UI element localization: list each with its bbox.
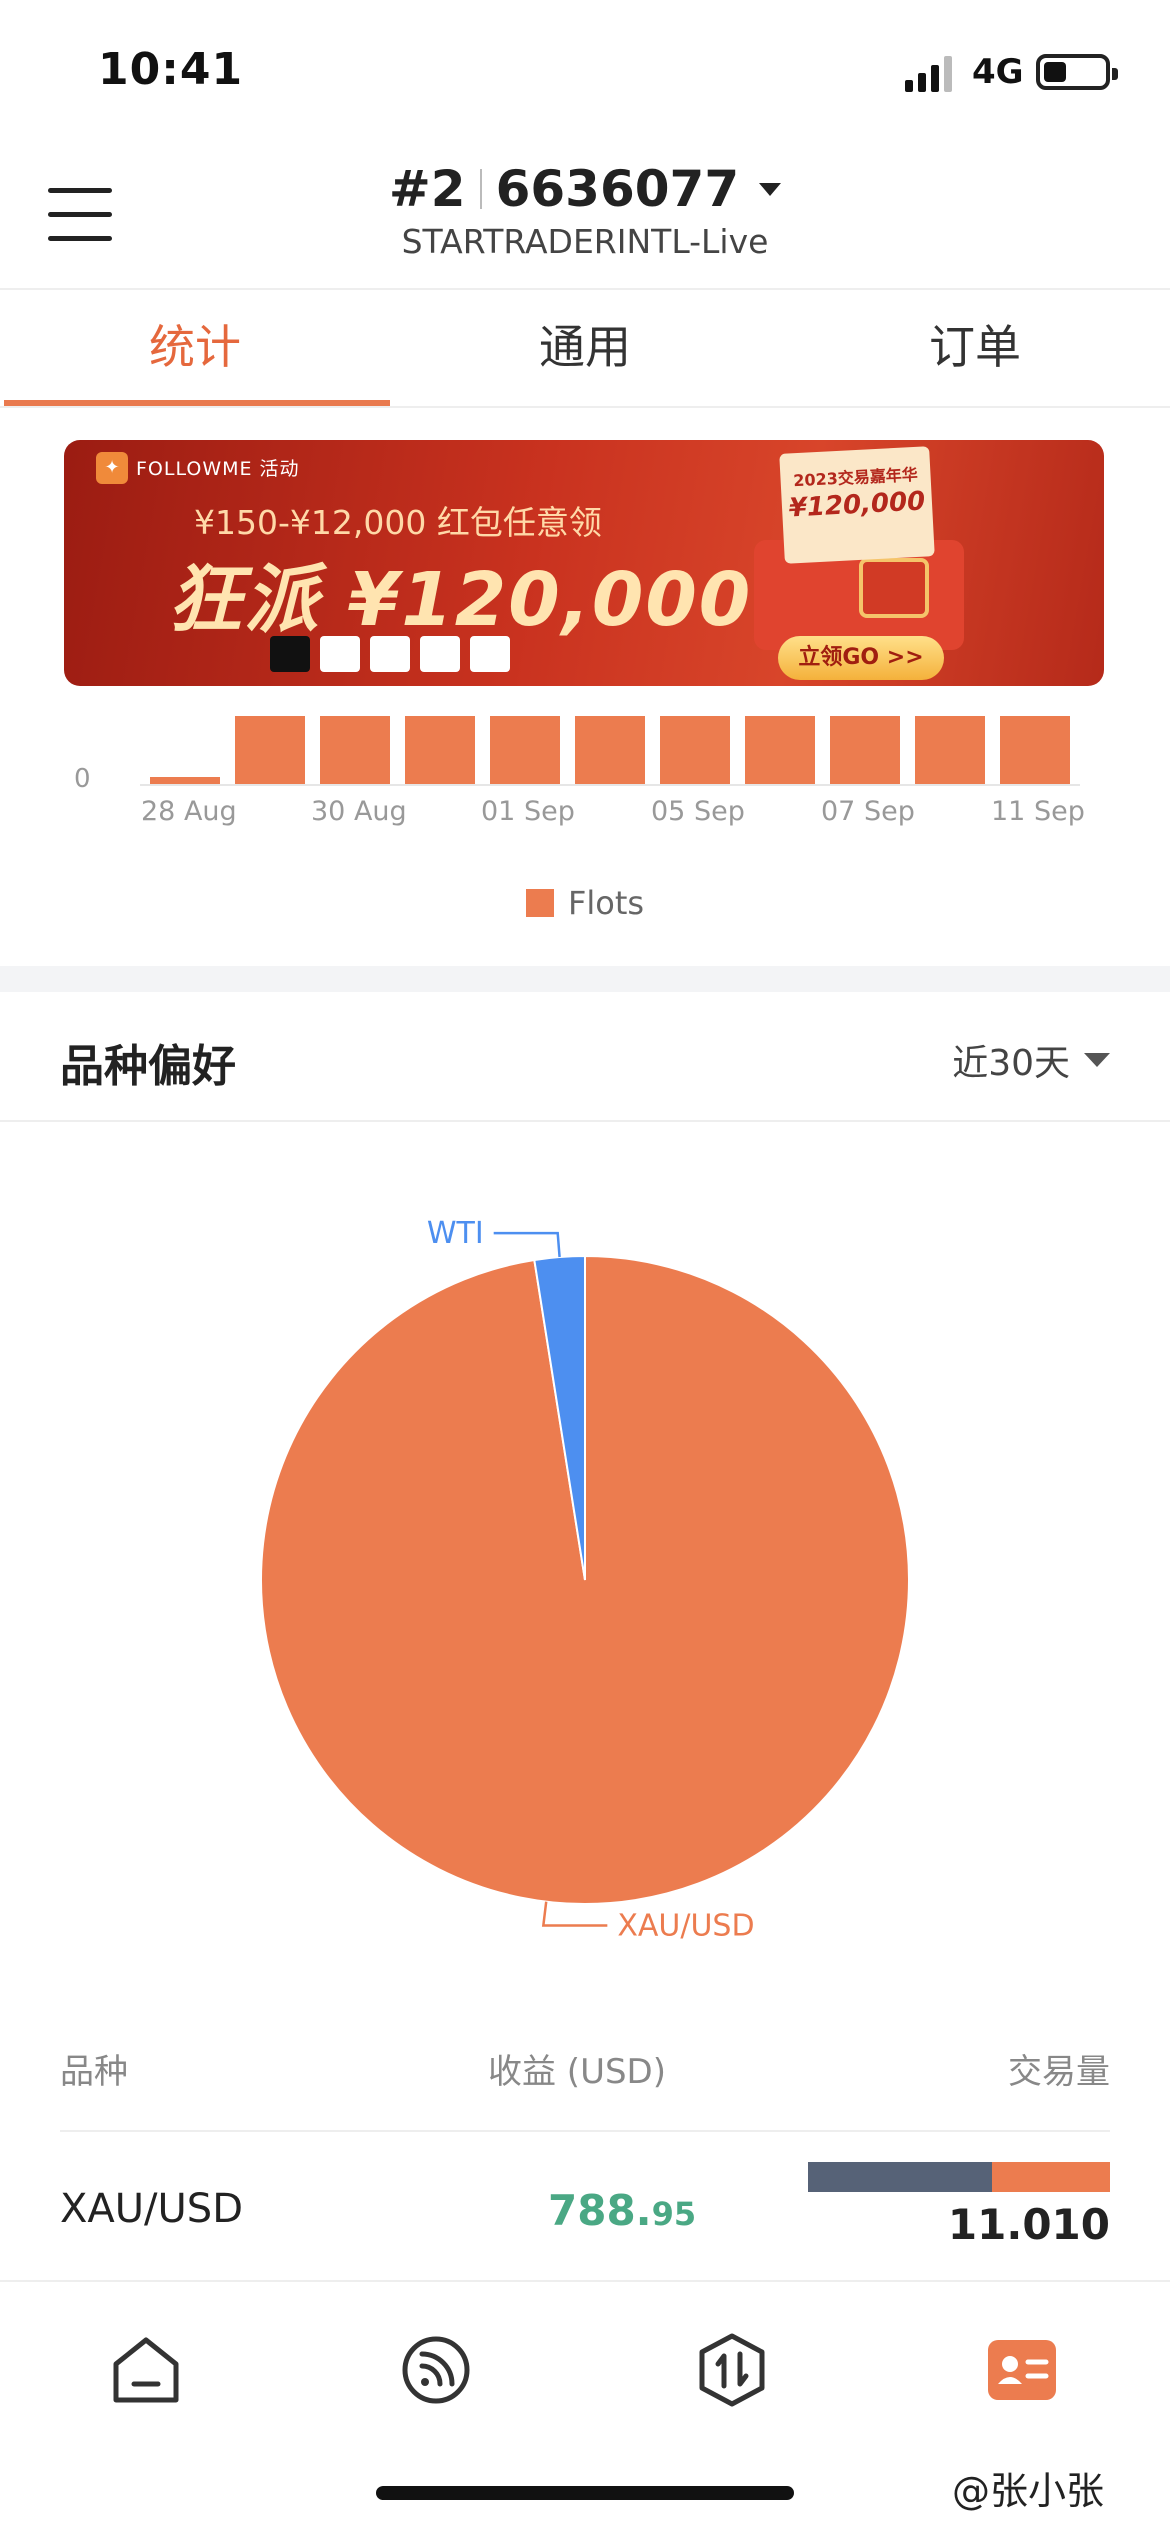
profit-decimal: 95 — [651, 2195, 697, 2233]
status-bar: 10:41 4G — [0, 0, 1170, 140]
bar-08-sep — [915, 716, 985, 784]
sponsor-logo — [470, 636, 510, 672]
account-number: 6636077 — [495, 160, 740, 218]
x-tick-label: 01 Sep — [481, 796, 575, 827]
trade-icon[interactable] — [694, 2332, 770, 2408]
bar-11-sep — [1000, 716, 1070, 784]
x-tick-label: 30 Aug — [311, 796, 407, 827]
bar-06-sep — [745, 716, 815, 784]
tab-orders[interactable]: 订单 — [780, 290, 1170, 406]
legend-label: Flots — [567, 884, 645, 922]
tab-statistics[interactable]: 统计 — [0, 290, 390, 406]
pie-chart: XAU/USD WTI — [260, 1216, 910, 1943]
chart-legend: Flots — [0, 884, 1170, 922]
sponsor-logo — [270, 636, 310, 672]
megaphone-icon: ✦ — [96, 452, 128, 484]
x-tick-label: 05 Sep — [651, 796, 745, 827]
x-tick-label: 11 Sep — [991, 796, 1085, 827]
bar-04-sep — [575, 716, 645, 784]
tab-general[interactable]: 通用 — [390, 290, 780, 406]
network-type: 4G — [972, 52, 1024, 92]
account-separator — [479, 169, 482, 209]
sponsor-logo — [420, 636, 460, 672]
sponsor-logo — [370, 636, 410, 672]
profile-card-icon[interactable] — [984, 2332, 1060, 2408]
promo-banner[interactable]: ✦ FOLLOWME 活动 ¥150-¥12,000 红包任意领 狂派 ¥120… — [64, 440, 1104, 686]
bar-01-sep — [490, 716, 560, 784]
period-dropdown[interactable]: 近30天 — [952, 1034, 1110, 1086]
bar-30-aug — [320, 716, 390, 784]
account-index: #2 — [388, 160, 466, 218]
bar-07-sep — [830, 716, 900, 784]
bar-28-aug — [150, 777, 220, 784]
app-screen: 10:41 4G #2 6636077 STARTRADERINTL-Live … — [0, 0, 1170, 2532]
banner-cta-button[interactable]: 立领GO >> — [778, 636, 944, 680]
section-line — [0, 1120, 1170, 1122]
banner-headline: 狂派 ¥120,000 — [168, 557, 753, 643]
volume-bar — [808, 2162, 1110, 2192]
feed-icon[interactable] — [398, 2332, 474, 2408]
row-symbol: XAU/USD — [60, 2186, 243, 2232]
account-selector[interactable]: #2 6636077 — [0, 160, 1170, 218]
x-tick-label: 07 Sep — [821, 796, 915, 827]
section-title: 品种偏好 — [60, 1041, 236, 1092]
profit-integer: 788. — [548, 2186, 652, 2235]
tab-indicator — [4, 400, 390, 406]
bar-05-sep — [660, 716, 730, 784]
pie-label-xauusd: XAU/USD — [617, 1908, 754, 1943]
watermark: @张小张 — [952, 2469, 1105, 2513]
gift-box-illustration — [859, 558, 929, 618]
column-header-symbol: 品种 — [60, 2052, 128, 2092]
column-header-volume: 交易量 — [1008, 2052, 1110, 2092]
x-axis-line — [140, 784, 1080, 786]
home-icon[interactable] — [108, 2332, 184, 2408]
chevron-down-icon[interactable] — [759, 182, 782, 196]
sponsor-logos — [270, 636, 510, 672]
tab-bar: 统计 通用 订单 — [0, 288, 1170, 408]
server-name: STARTRADERINTL-Live — [401, 222, 769, 261]
banner-brand: FOLLOWME 活动 — [136, 458, 300, 480]
prize-card-value: ¥120,000 — [788, 486, 926, 524]
period-label: 近30天 — [952, 1043, 1070, 1084]
column-header-profit: 收益 (USD) — [488, 2052, 666, 2092]
bar-31-aug — [405, 716, 475, 784]
section-divider — [0, 966, 1170, 992]
home-indicator[interactable] — [376, 2486, 794, 2500]
y-tick-label: 0 — [74, 764, 91, 794]
row-volume: 11.010 — [947, 2200, 1110, 2249]
row-profit: 788.95 — [548, 2186, 696, 2235]
pie-label-wti: WTI — [427, 1216, 484, 1251]
pie-leader-line — [541, 1901, 608, 1927]
table-divider — [60, 2130, 1110, 2132]
bar-29-aug — [235, 716, 305, 784]
legend-swatch — [525, 889, 554, 917]
volume-bar-buy — [808, 2162, 993, 2192]
chevron-down-icon — [1084, 1053, 1110, 1067]
battery-icon — [1036, 54, 1118, 90]
volume-bar-sell — [992, 2162, 1110, 2192]
banner-subtitle: ¥150-¥12,000 红包任意领 — [194, 503, 602, 542]
x-tick-label: 28 Aug — [141, 796, 237, 827]
signal-icon — [905, 56, 952, 92]
prize-card: 2023交易嘉年华 ¥120,000 — [779, 446, 935, 564]
sponsor-logo — [320, 636, 360, 672]
pie-leader-line — [493, 1231, 561, 1258]
status-time: 10:41 — [98, 44, 244, 95]
